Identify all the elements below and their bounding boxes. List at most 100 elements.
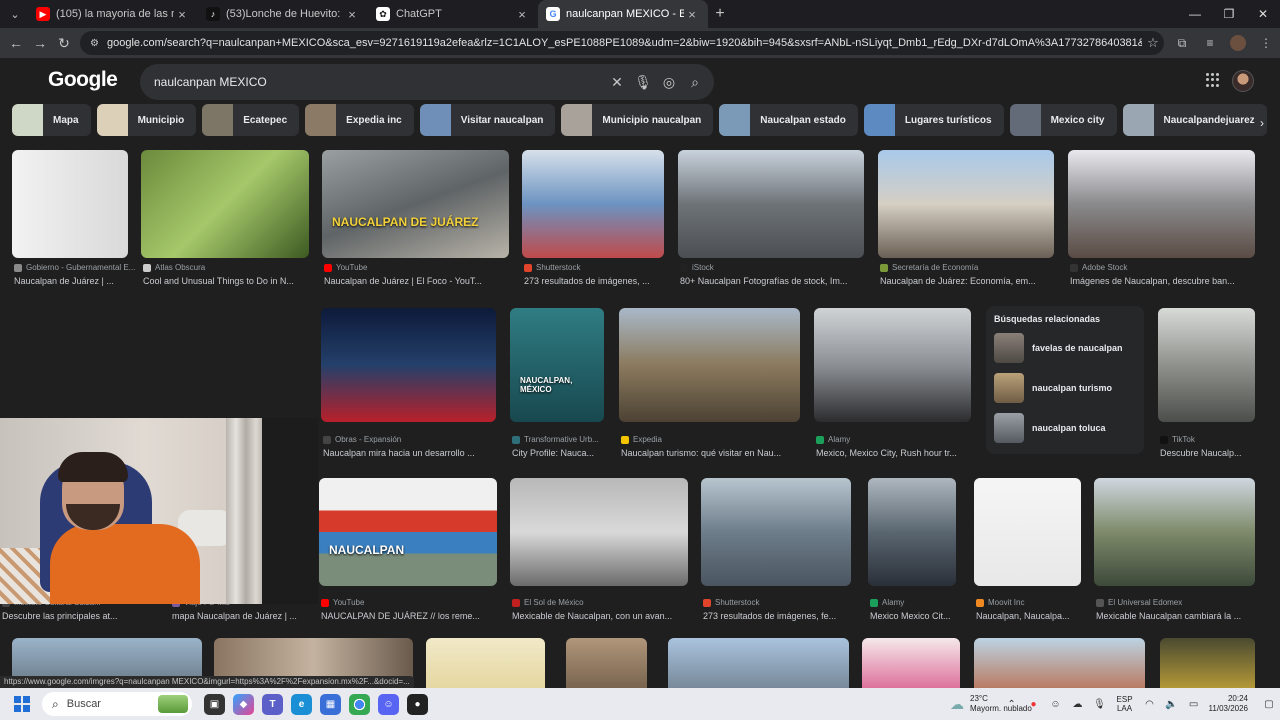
result-title[interactable]: Mexico Mexico Cit... [870,611,968,621]
result-thumbnail[interactable] [1094,478,1255,586]
windows-start-icon[interactable] [14,696,30,712]
chevron-up-icon[interactable]: ⌃ [1001,699,1023,710]
result-title[interactable]: Imágenes de Naucalpan, descubre ban... [1070,276,1267,286]
filter-chip[interactable]: Mapa [12,104,91,136]
forward-icon[interactable]: → [28,35,52,51]
result-source[interactable]: Expedia [621,435,812,444]
filter-chip[interactable]: Naucalpandejuarez [1122,104,1267,136]
result-source[interactable]: Obras - Expansión [323,435,508,444]
tab-google-search[interactable]: G naulcanpan MEXICO - Buscar c × [538,0,708,28]
result-source[interactable]: El Sol de México [512,598,700,607]
image-result[interactable]: Moovit Inc Naucalpan, Naucalpa... [974,478,1081,628]
teams-icon[interactable]: T [262,693,283,715]
result-source[interactable]: iStock [680,263,876,272]
result-thumbnail[interactable] [814,308,971,422]
result-thumbnail[interactable] [701,478,851,586]
result-thumbnail[interactable] [522,150,664,258]
result-thumbnail[interactable] [878,150,1054,258]
minimize-icon[interactable]: — [1178,0,1212,28]
related-search-item[interactable]: favelas de naucalpan [994,332,1136,364]
profile-avatar[interactable] [1230,35,1246,51]
image-result[interactable]: iStock 80+ Naucalpan Fotografías de stock… [678,150,864,293]
result-source[interactable]: Adobe Stock [1070,263,1267,272]
result-title[interactable]: Naucalpan de Juárez | El Foco - YouT... [324,276,521,286]
clock[interactable]: 20:24 11/03/2026 [1209,694,1248,714]
related-search-item[interactable]: naucalpan toluca [994,412,1136,444]
maximize-icon[interactable]: ❐ [1212,0,1246,28]
search-input[interactable] [154,75,604,89]
image-result[interactable]: Obras - Expansión Naucalpan mira hacia un… [321,308,496,465]
result-thumbnail[interactable] [678,150,864,258]
close-tab-icon[interactable]: × [174,7,190,22]
result-title[interactable]: Descubre Naucalp... [1160,448,1267,458]
result-title[interactable]: 273 resultados de imágenes, fe... [703,611,863,621]
image-result[interactable]: Atlas Obscura Cool and Unusual Things to … [141,150,309,293]
result-thumbnail[interactable] [868,478,956,586]
result-title[interactable]: Naucalpan, Naucalpa... [976,611,1093,621]
address-bar[interactable]: ⚙ google.com/search?q=naulcanpan+MEXICO&… [80,31,1164,55]
result-thumbnail[interactable] [426,638,545,688]
filter-chip[interactable]: Expedia inc [305,104,414,136]
result-thumbnail[interactable] [668,638,849,688]
result-title[interactable]: Naucalpan de Juárez: Economía, em... [880,276,1066,286]
notification-icon[interactable]: ▢ [1258,699,1280,710]
result-source[interactable]: Shutterstock [703,598,863,607]
chrome-icon[interactable] [349,693,370,715]
result-source[interactable]: YouTube [324,263,521,272]
tab-chatgpt[interactable]: ✿ ChatGPT × [368,0,538,28]
chevron-right-icon[interactable]: › [1252,113,1272,133]
result-title[interactable]: NAUCALPAN DE JUÁREZ // los reme... [321,611,509,621]
result-title[interactable]: Mexico, Mexico City, Rush hour tr... [816,448,983,458]
account-avatar[interactable] [1232,70,1254,92]
color-app-icon[interactable]: ● [1023,699,1045,710]
media-control-icon[interactable]: ≡ [1196,36,1224,50]
result-thumbnail[interactable] [141,150,309,258]
close-tab-icon[interactable]: × [344,7,360,22]
reload-icon[interactable]: ↻ [52,35,76,52]
result-title[interactable]: 273 resultados de imágenes, ... [524,276,676,286]
image-result[interactable]: Shutterstock 273 resultados de imágenes, … [522,150,664,293]
result-title[interactable]: Cool and Unusual Things to Do in N... [143,276,321,286]
result-source[interactable]: Alamy [870,598,968,607]
back-icon[interactable]: ← [4,35,28,51]
google-logo[interactable]: Google [48,68,118,92]
result-source[interactable]: El Universal Edomex [1096,598,1267,607]
close-tab-icon[interactable]: × [684,7,700,22]
search-box[interactable]: ✕ 🎙 ◎ ⌕ [140,64,714,100]
clear-icon[interactable]: ✕ [604,74,630,91]
obs-icon[interactable]: ● [407,693,428,715]
image-result[interactable]: NAUCALPAN, MÉXICO Transformative Urb... Ci… [510,308,604,465]
search-icon[interactable]: ⌕ [682,74,708,91]
result-thumbnail[interactable] [1160,638,1255,688]
result-title[interactable]: Mexicable de Naucalpan, con un avan... [512,611,700,621]
image-result[interactable]: Shutterstock 273 resultados de imágenes, … [701,478,851,628]
store-icon[interactable]: ▦ [320,693,341,715]
result-thumbnail[interactable] [862,638,960,688]
filter-chip[interactable]: Lugares turísticos [863,104,1004,136]
image-result[interactable]: Gobierno - Gubernamental E... Naucalpan d… [12,150,135,293]
image-result[interactable]: El Sol de México Mexicable de Naucalpan, … [510,478,688,628]
battery-icon[interactable]: ▭ [1183,699,1205,710]
result-source[interactable]: Secretaría de Economía [880,263,1066,272]
result-title[interactable]: Naucalpan turismo: qué visitar en Nau... [621,448,812,458]
result-title[interactable]: Mexicable Naucalpan cambiará la ... [1096,611,1267,621]
image-result[interactable]: Alamy Mexico Mexico Cit... [868,478,956,628]
google-apps-icon[interactable] [1206,73,1220,87]
image-result[interactable]: Alamy Mexico, Mexico City, Rush hour tr..… [814,308,971,465]
result-source[interactable]: Moovit Inc [976,598,1093,607]
related-search-item[interactable]: naucalpan turismo [994,372,1136,404]
result-thumbnail[interactable] [1158,308,1255,422]
image-result[interactable]: Adobe Stock Imágenes de Naucalpan, descub… [1068,150,1255,293]
cloud-tray-icon[interactable]: ☁ [1067,699,1089,710]
image-result[interactable]: Expedia Naucalpan turismo: qué visitar en… [619,308,800,465]
filter-chip[interactable]: Ecatepec [202,104,300,136]
result-thumbnail[interactable] [1068,150,1255,258]
filter-chip[interactable]: Municipio [96,104,197,136]
volume-icon[interactable]: 🔈 [1161,699,1183,710]
result-source[interactable]: YouTube [321,598,509,607]
discord-tray-icon[interactable]: ☺ [1045,699,1067,710]
site-info-icon[interactable]: ⚙ [90,38,99,49]
task-view-icon[interactable]: ▣ [204,693,225,715]
result-thumbnail[interactable] [321,308,496,422]
filter-chip[interactable]: Visitar naucalpan [419,104,556,136]
